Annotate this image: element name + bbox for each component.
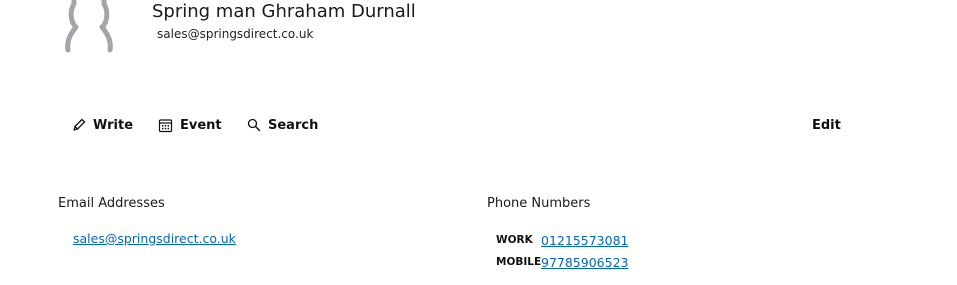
search-icon bbox=[247, 118, 261, 132]
person-placeholder-icon bbox=[65, 0, 113, 53]
phone-link-work[interactable]: 01215573081 bbox=[541, 233, 628, 248]
search-button[interactable]: Search bbox=[247, 113, 318, 137]
phone-row-work: WORK 01215573081 bbox=[496, 231, 628, 249]
phone-link-mobile[interactable]: 97785906523 bbox=[541, 255, 628, 270]
edit-button[interactable]: Edit bbox=[812, 113, 841, 137]
edit-button-label: Edit bbox=[812, 117, 841, 133]
email-addresses-heading: Email Addresses bbox=[58, 196, 165, 211]
event-button[interactable]: Event bbox=[158, 113, 222, 137]
phone-type-label: MOBILE bbox=[496, 256, 542, 268]
calendar-icon bbox=[158, 118, 173, 132]
email-link[interactable]: sales@springsdirect.co.uk bbox=[73, 231, 236, 246]
phone-numbers-heading: Phone Numbers bbox=[487, 196, 591, 211]
write-button-label: Write bbox=[93, 117, 134, 133]
search-button-label: Search bbox=[268, 117, 319, 133]
pencil-icon bbox=[73, 118, 86, 131]
phone-row-mobile: MOBILE 97785906523 bbox=[496, 253, 628, 271]
phone-type-label: WORK bbox=[496, 234, 533, 246]
contact-card: Spring man Ghraham Durnall sales@springs… bbox=[0, 0, 957, 285]
contact-name: Spring man Ghraham Durnall bbox=[152, 1, 416, 22]
write-button[interactable]: Write bbox=[72, 113, 133, 137]
contact-email-subtitle: sales@springsdirect.co.uk bbox=[157, 27, 314, 41]
event-button-label: Event bbox=[180, 117, 222, 133]
avatar bbox=[60, 0, 118, 54]
